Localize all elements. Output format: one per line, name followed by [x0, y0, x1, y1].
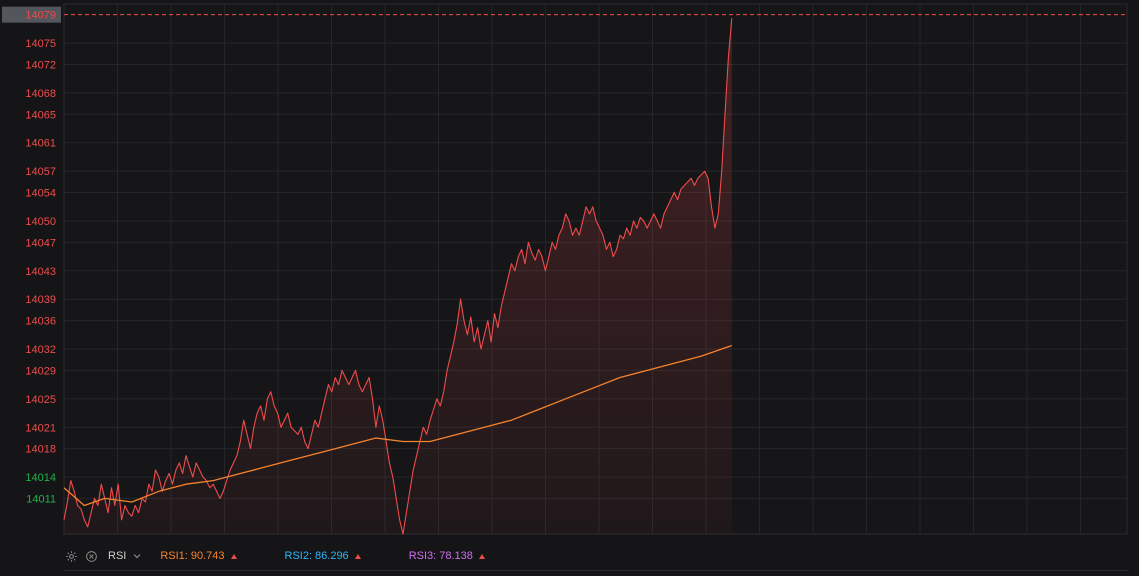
y-tick-label: 14075: [25, 38, 56, 50]
y-tick-label: 14047: [25, 237, 56, 249]
rsi1-value: 90.743: [190, 550, 225, 562]
up-triangle-icon: [230, 553, 237, 559]
rsi2-value: 86.296: [315, 550, 349, 562]
up-triangle-icon: [478, 553, 485, 559]
y-tick-label: 14079: [25, 10, 56, 22]
rsi3-value: 78.138: [439, 550, 473, 562]
y-tick-label: 14021: [25, 422, 56, 434]
y-tick-label: 14039: [25, 294, 56, 306]
y-tick-label: 14018: [25, 444, 56, 456]
indicator-legend: RSI RSI1: 90.743 RSI2: 86.296 RSI3: 78.1…: [0, 545, 1139, 576]
y-tick-label: 14072: [25, 59, 56, 71]
rsi1-readout: RSI1: 90.743: [160, 550, 237, 562]
divider: [64, 570, 1129, 571]
y-tick-label: 14050: [25, 216, 56, 228]
y-tick-label: 14057: [25, 166, 56, 178]
up-triangle-icon: [354, 553, 361, 559]
rsi2-readout: RSI2: 86.296: [285, 550, 361, 562]
y-tick-label: 14014: [25, 472, 56, 484]
chevron-down-icon[interactable]: [132, 551, 142, 561]
settings-gear-icon[interactable]: [64, 549, 78, 563]
chart-svg[interactable]: 14079 14075 14072 14068 14065 14061 14057 14054…: [0, 0, 1139, 545]
indicator-name: RSI: [108, 550, 127, 562]
rsi3-readout: RSI3: 78.138: [409, 550, 485, 562]
y-tick-label: 14029: [25, 365, 56, 377]
close-circle-icon[interactable]: [84, 549, 98, 563]
rsi2-label: RSI2:: [284, 550, 313, 562]
y-tick-label: 14025: [25, 394, 56, 406]
y-tick-label: 14032: [25, 344, 56, 356]
y-tick-label: 14036: [25, 316, 56, 328]
y-tick-label: 14068: [25, 88, 56, 100]
y-tick-label: 14054: [25, 188, 56, 200]
y-tick-label: 14011: [26, 493, 56, 505]
y-tick-label: 14061: [25, 138, 56, 150]
rsi3-label: RSI3:: [408, 550, 437, 562]
y-tick-label: 14065: [25, 109, 56, 121]
y-tick-label: 14043: [25, 266, 56, 278]
price-chart[interactable]: 14079 14075 14072 14068 14065 14061 14057 14054…: [0, 0, 1139, 545]
rsi1-label: RSI1:: [160, 550, 188, 562]
